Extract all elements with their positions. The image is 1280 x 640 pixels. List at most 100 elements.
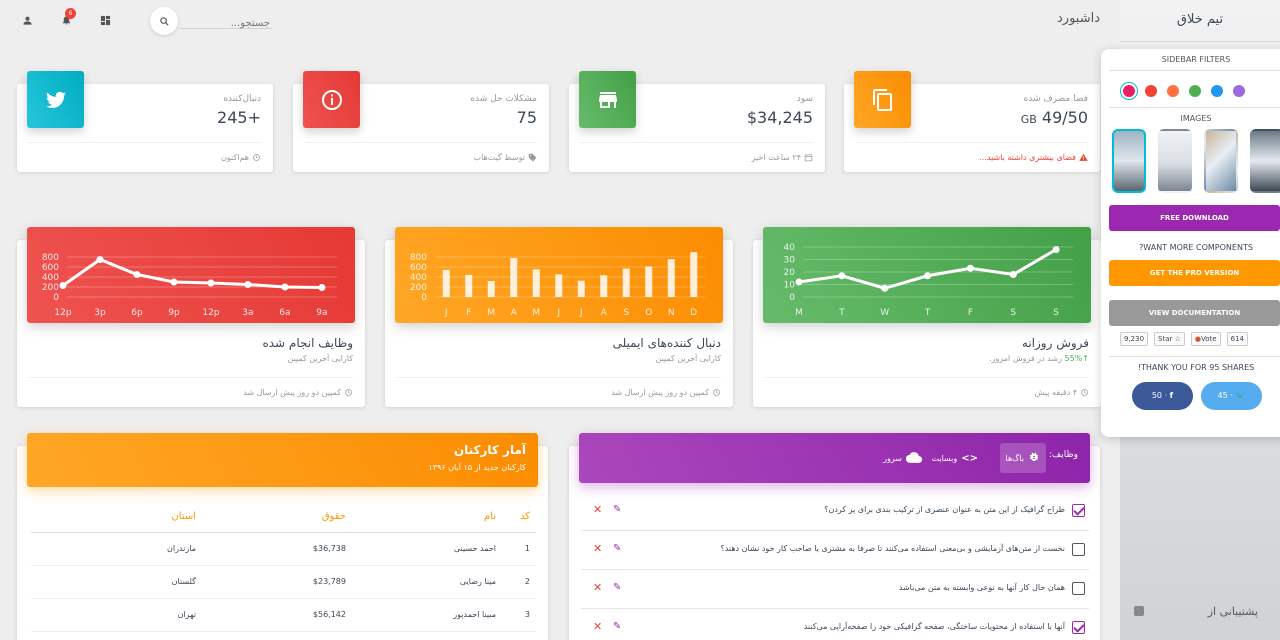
- close-icon[interactable]: ✕: [593, 503, 602, 516]
- person-icon[interactable]: [20, 13, 34, 27]
- task-row: آنها با استفاده از محتویات ساختگی، صفحه …: [581, 609, 1089, 640]
- filter-color-option[interactable]: [1233, 85, 1245, 97]
- stat-category: دنبال‌کننده: [223, 94, 261, 104]
- documentation-button[interactable]: VIEW DOCUMENTATION: [1109, 300, 1280, 326]
- search-icon: [159, 16, 169, 26]
- task-checkbox[interactable]: [1072, 621, 1085, 634]
- x-tick-label: M: [795, 308, 803, 318]
- chart-footer-text: کمپین دو روز پیش ارسال شد: [243, 388, 341, 397]
- x-tick-label: A: [601, 308, 608, 318]
- close-icon[interactable]: ✕: [593, 581, 602, 594]
- daily-sales-chart-svg: 0 10 20 30 40 M T W T F S S: [784, 243, 1073, 318]
- data-point: [838, 272, 846, 280]
- close-icon[interactable]: ✕: [593, 542, 602, 555]
- search-button[interactable]: [150, 7, 178, 35]
- table-cell: مازندران: [31, 532, 196, 566]
- divider: [1109, 107, 1280, 108]
- task-row: طراح گرافیک از این متن به عنوان عنصری از…: [581, 492, 1089, 531]
- task-checkbox[interactable]: [1072, 582, 1085, 595]
- edit-icon[interactable]: ✎: [613, 621, 621, 632]
- table-row: 2 مینا رضایی $23,789 گلستان: [31, 565, 536, 599]
- bar: [510, 258, 518, 297]
- sidebar-support-link[interactable]: پشتیبانی از: [1208, 605, 1258, 618]
- twitter-icon: [27, 71, 84, 128]
- table-cell: تهران: [31, 598, 196, 632]
- background-image-option[interactable]: [1250, 129, 1280, 193]
- store-icon: [579, 71, 636, 128]
- notification-badge: 6: [65, 8, 76, 19]
- data-point: [207, 279, 215, 287]
- y-tick-label: 40: [784, 243, 796, 253]
- search-field[interactable]: [180, 11, 272, 29]
- x-tick-label: 6a: [279, 308, 290, 318]
- tab-server[interactable]: سرور: [877, 443, 928, 473]
- table-row: 3 مبینا احمدپور $56,142 تهران: [31, 598, 536, 632]
- bar: [577, 280, 585, 297]
- column-header: نام: [346, 502, 496, 533]
- github-star-button[interactable]: Star ☆: [1154, 332, 1185, 346]
- x-tick-label: S: [1010, 308, 1016, 318]
- stat-footer: توسط گیت‌هاب: [305, 142, 537, 172]
- twitter-share-button[interactable]: 45 · 🐦: [1201, 382, 1262, 410]
- update-icon: [253, 154, 260, 161]
- table-cell: 2: [496, 565, 536, 599]
- filter-color-option[interactable]: [1211, 85, 1223, 97]
- employees-table: کد نام حقوق استان 1 احمد حسینی $36,738 م…: [31, 502, 536, 632]
- pro-version-button[interactable]: GET THE PRO VERSION: [1109, 260, 1280, 286]
- task-text: نخست از متن‌های آزمایشی و بی‌معنی استفاد…: [720, 544, 1065, 553]
- x-tick-label: 9p: [168, 308, 180, 318]
- tab-website[interactable]: <> وبسایت: [925, 443, 984, 473]
- tab-bugs[interactable]: باگ‌ها: [999, 443, 1046, 473]
- free-download-button[interactable]: FREE DOWNLOAD: [1109, 205, 1280, 231]
- chart-card-email-followers: 0 200 400 600 800 J F M A M J J A S O N D دنبال کننده‌ها…: [385, 227, 733, 407]
- data-point: [1009, 271, 1017, 278]
- task-checkbox[interactable]: [1072, 504, 1085, 517]
- y-tick-label: 800: [42, 253, 59, 263]
- task-checkbox[interactable]: [1072, 543, 1085, 556]
- x-tick-label: J: [444, 308, 448, 318]
- background-image-option[interactable]: [1112, 129, 1146, 193]
- filter-color-option[interactable]: [1167, 85, 1179, 97]
- x-tick-label: S: [1053, 308, 1059, 318]
- table-cell: 3: [496, 598, 536, 632]
- sidebar-logo[interactable]: تیم خلاق: [1120, 0, 1280, 42]
- filter-color-option[interactable]: [1123, 85, 1135, 97]
- bar: [622, 268, 630, 297]
- filter-color-option[interactable]: [1145, 85, 1157, 97]
- stat-footer: فضای بیشتری داشته باشید...: [856, 142, 1088, 172]
- twitter-icon: 🐦: [1235, 391, 1246, 400]
- close-icon[interactable]: ✕: [593, 620, 602, 633]
- info-icon: [303, 71, 360, 128]
- dashboard-icon[interactable]: [98, 13, 112, 27]
- data-point: [795, 278, 803, 286]
- y-tick-label: 0: [53, 293, 59, 303]
- stat-value: 49/50 GB: [1020, 108, 1088, 127]
- search-input[interactable]: [180, 18, 272, 29]
- get-more-space-link[interactable]: فضای بیشتری داشته باشید...: [979, 153, 1076, 162]
- bar: [667, 259, 675, 297]
- content-copy-icon: [854, 71, 911, 128]
- chart-footer: کمپین دو روز پیش ارسال شد: [397, 377, 721, 407]
- edit-icon[interactable]: ✎: [613, 543, 621, 554]
- x-tick-label: F: [968, 308, 973, 318]
- stat-card-revenue: سود $34,245 ۲۴ ساعت اخیر: [569, 71, 825, 172]
- chart-title: فروش روزانه: [1021, 336, 1089, 350]
- page-title[interactable]: داشبورد: [1057, 11, 1100, 26]
- table-cell: 1: [496, 532, 536, 566]
- filter-color-option[interactable]: [1189, 85, 1201, 97]
- edit-icon[interactable]: ✎: [613, 582, 621, 593]
- x-tick-label: 12p: [54, 308, 71, 318]
- x-tick-label: S: [623, 308, 629, 318]
- facebook-share-button[interactable]: 50 · f: [1132, 382, 1193, 410]
- background-image-option[interactable]: [1158, 129, 1192, 193]
- x-tick-label: 3a: [242, 308, 253, 318]
- x-tick-label: T: [838, 308, 845, 318]
- background-image-option[interactable]: [1204, 129, 1238, 193]
- y-tick-label: 800: [410, 253, 427, 263]
- access-time-icon: [713, 389, 720, 396]
- edit-icon[interactable]: ✎: [613, 504, 621, 515]
- data-point: [881, 284, 889, 292]
- x-tick-label: A: [511, 308, 518, 318]
- product-hunt-vote-button[interactable]: ●Vote: [1190, 332, 1221, 346]
- task-text: طراح گرافیک از این متن به عنوان عنصری از…: [824, 505, 1065, 514]
